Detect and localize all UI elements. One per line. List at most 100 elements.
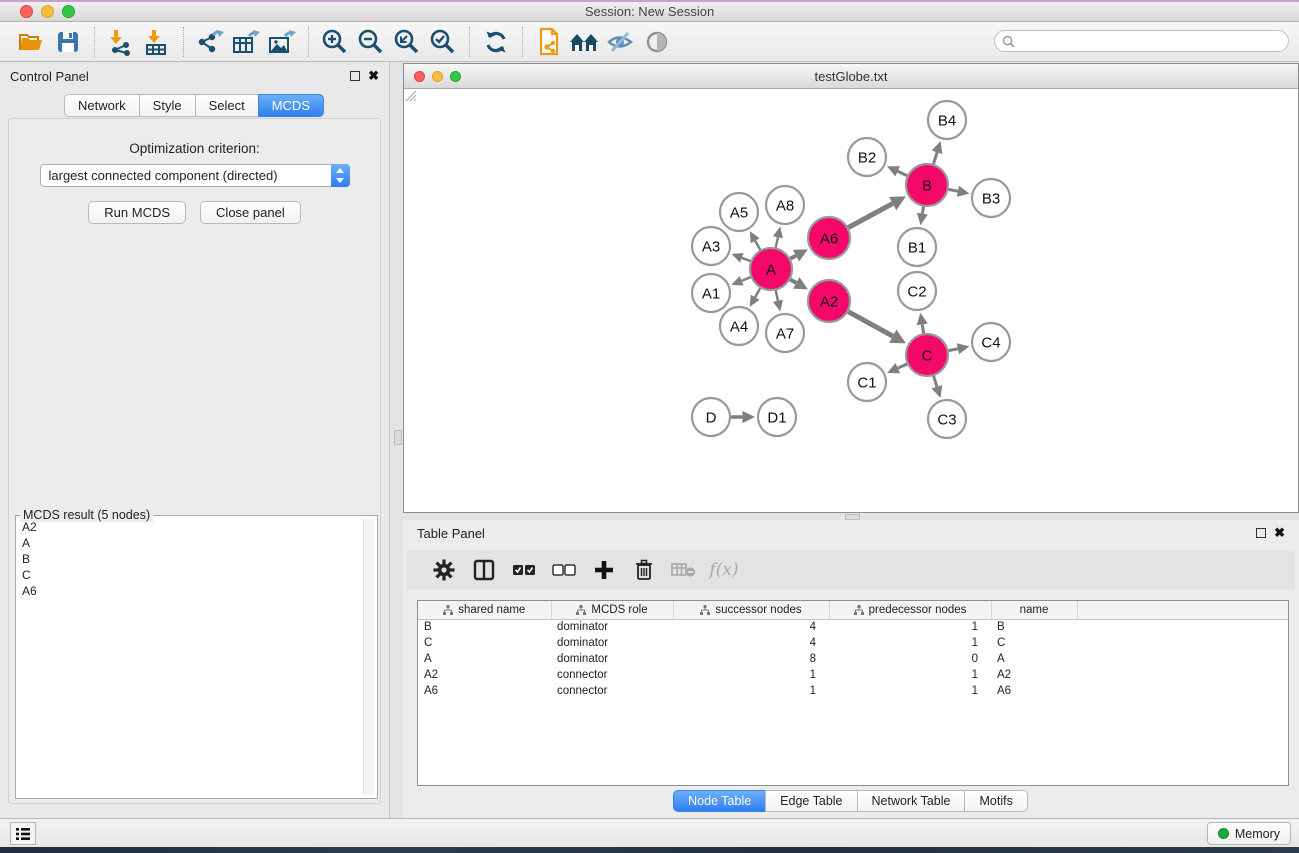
table-row[interactable]: A2connector11A2 <box>418 667 1288 683</box>
column-header-shared-name[interactable]: shared name <box>418 601 551 619</box>
vertical-split-handle[interactable] <box>394 430 402 445</box>
memory-button[interactable]: Memory <box>1207 822 1291 845</box>
table-cell[interactable]: 1 <box>829 667 991 683</box>
column-header-successor-nodes[interactable]: successor nodes <box>673 601 829 619</box>
result-scrollbar[interactable] <box>363 519 374 795</box>
graph-edge-B-B1[interactable] <box>922 206 923 214</box>
table-cell[interactable]: C <box>418 635 551 651</box>
run-mcds-button[interactable]: Run MCDS <box>88 201 186 224</box>
zoom-out-button[interactable] <box>353 25 389 59</box>
network-close-button[interactable] <box>414 71 425 82</box>
search-box[interactable] <box>994 30 1289 52</box>
export-network-button[interactable] <box>192 25 228 59</box>
tab-motifs[interactable]: Motifs <box>964 790 1027 812</box>
table-cell[interactable]: A <box>418 651 551 667</box>
graph-edge-C-C3[interactable] <box>933 375 937 387</box>
tab-select[interactable]: Select <box>195 94 259 117</box>
refresh-button[interactable] <box>478 25 514 59</box>
table-cell[interactable]: B <box>418 619 551 635</box>
close-panel-button[interactable]: Close panel <box>200 201 301 224</box>
float-table-panel-icon[interactable] <box>1256 528 1266 538</box>
node-table[interactable]: shared nameMCDS rolesuccessor nodesprede… <box>417 600 1289 786</box>
table-options-button[interactable] <box>431 557 457 583</box>
close-window-button[interactable] <box>20 5 33 18</box>
mcds-result-item[interactable]: B <box>19 551 374 567</box>
graph-edge-B-B3[interactable] <box>948 189 958 191</box>
table-cell[interactable]: 4 <box>673 619 829 635</box>
open-session-button[interactable] <box>14 25 50 59</box>
graph-edge-C-C1[interactable] <box>898 364 908 369</box>
graph-edge-A-A4[interactable] <box>755 287 761 297</box>
mcds-result-item[interactable]: A2 <box>19 519 374 535</box>
table-cell[interactable]: 1 <box>673 667 829 683</box>
float-panel-icon[interactable] <box>350 71 360 81</box>
export-table-button[interactable] <box>228 25 264 59</box>
graph-edge-C-C2[interactable] <box>922 324 924 334</box>
graph-edge-C-C4[interactable] <box>948 349 958 351</box>
import-network-button[interactable] <box>103 25 139 59</box>
table-row[interactable]: Bdominator41B <box>418 619 1288 635</box>
tab-network[interactable]: Network <box>64 94 140 117</box>
delete-table-button[interactable] <box>671 557 697 583</box>
graph-edge-A2-C[interactable] <box>847 311 892 336</box>
table-cell[interactable]: 1 <box>829 683 991 699</box>
function-builder-button[interactable]: f(x) <box>711 557 737 583</box>
column-header-predecessor-nodes[interactable]: predecessor nodes <box>829 601 991 619</box>
tab-mcds[interactable]: MCDS <box>258 94 324 117</box>
tab-network-table[interactable]: Network Table <box>857 790 966 812</box>
export-image-button[interactable] <box>264 25 300 59</box>
table-cell[interactable]: C <box>991 635 1077 651</box>
graph-edge-A6-B[interactable] <box>847 204 892 228</box>
table-cell[interactable]: dominator <box>551 635 673 651</box>
table-cell[interactable]: A6 <box>991 683 1077 699</box>
table-row[interactable]: A6connector11A6 <box>418 683 1288 699</box>
close-panel-icon[interactable]: ✖ <box>368 71 379 81</box>
table-row[interactable]: Cdominator41C <box>418 635 1288 651</box>
zoom-fit-button[interactable] <box>389 25 425 59</box>
delete-columns-button[interactable] <box>631 557 657 583</box>
network-minimize-button[interactable] <box>432 71 443 82</box>
graph-edge-A-A6[interactable] <box>790 256 796 259</box>
graph-edge-B-B2[interactable] <box>898 171 908 176</box>
table-cell[interactable]: 1 <box>829 619 991 635</box>
table-cell[interactable]: B <box>991 619 1077 635</box>
show-all-button[interactable] <box>567 25 603 59</box>
select-all-columns-button[interactable] <box>511 557 537 583</box>
table-cell[interactable]: A2 <box>991 667 1077 683</box>
show-columns-button[interactable] <box>471 557 497 583</box>
graph-edge-B-B4[interactable] <box>933 152 937 165</box>
mcds-result-item[interactable]: C <box>19 567 374 583</box>
table-cell[interactable]: A <box>991 651 1077 667</box>
column-header-MCDS-role[interactable]: MCDS role <box>551 601 673 619</box>
criterion-select[interactable]: largest connected component (directed) <box>40 164 350 187</box>
table-cell[interactable]: 1 <box>673 683 829 699</box>
graph-edge-A-A7[interactable] <box>775 290 777 301</box>
graph-edge-A-A3[interactable] <box>742 258 752 262</box>
mcds-result-list[interactable]: A2ABCA6 <box>19 519 374 795</box>
graph-edge-A-A2[interactable] <box>789 279 796 283</box>
import-table-button[interactable] <box>139 25 175 59</box>
zoom-selected-button[interactable] <box>425 25 461 59</box>
table-cell[interactable]: 8 <box>673 651 829 667</box>
table-cell[interactable]: A6 <box>418 683 551 699</box>
graph-edge-A-A8[interactable] <box>775 237 777 248</box>
search-input[interactable] <box>1015 32 1288 50</box>
mcds-result-item[interactable]: A <box>19 535 374 551</box>
add-column-button[interactable] <box>591 557 617 583</box>
tab-edge-table[interactable]: Edge Table <box>765 790 857 812</box>
tab-style[interactable]: Style <box>139 94 196 117</box>
table-cell[interactable]: dominator <box>551 619 673 635</box>
tab-node-table[interactable]: Node Table <box>673 790 766 812</box>
table-cell[interactable]: connector <box>551 683 673 699</box>
minimize-window-button[interactable] <box>41 5 54 18</box>
save-session-button[interactable] <box>50 25 86 59</box>
table-cell[interactable]: 1 <box>829 635 991 651</box>
hide-selected-button[interactable] <box>603 25 639 59</box>
network-window-titlebar[interactable]: testGlobe.txt <box>404 64 1298 89</box>
table-row[interactable]: Adominator80A <box>418 651 1288 667</box>
unselect-all-columns-button[interactable] <box>551 557 577 583</box>
table-cell[interactable]: dominator <box>551 651 673 667</box>
task-history-button[interactable] <box>10 822 36 845</box>
table-cell[interactable]: A2 <box>418 667 551 683</box>
graph-edge-A-A1[interactable] <box>742 277 752 281</box>
